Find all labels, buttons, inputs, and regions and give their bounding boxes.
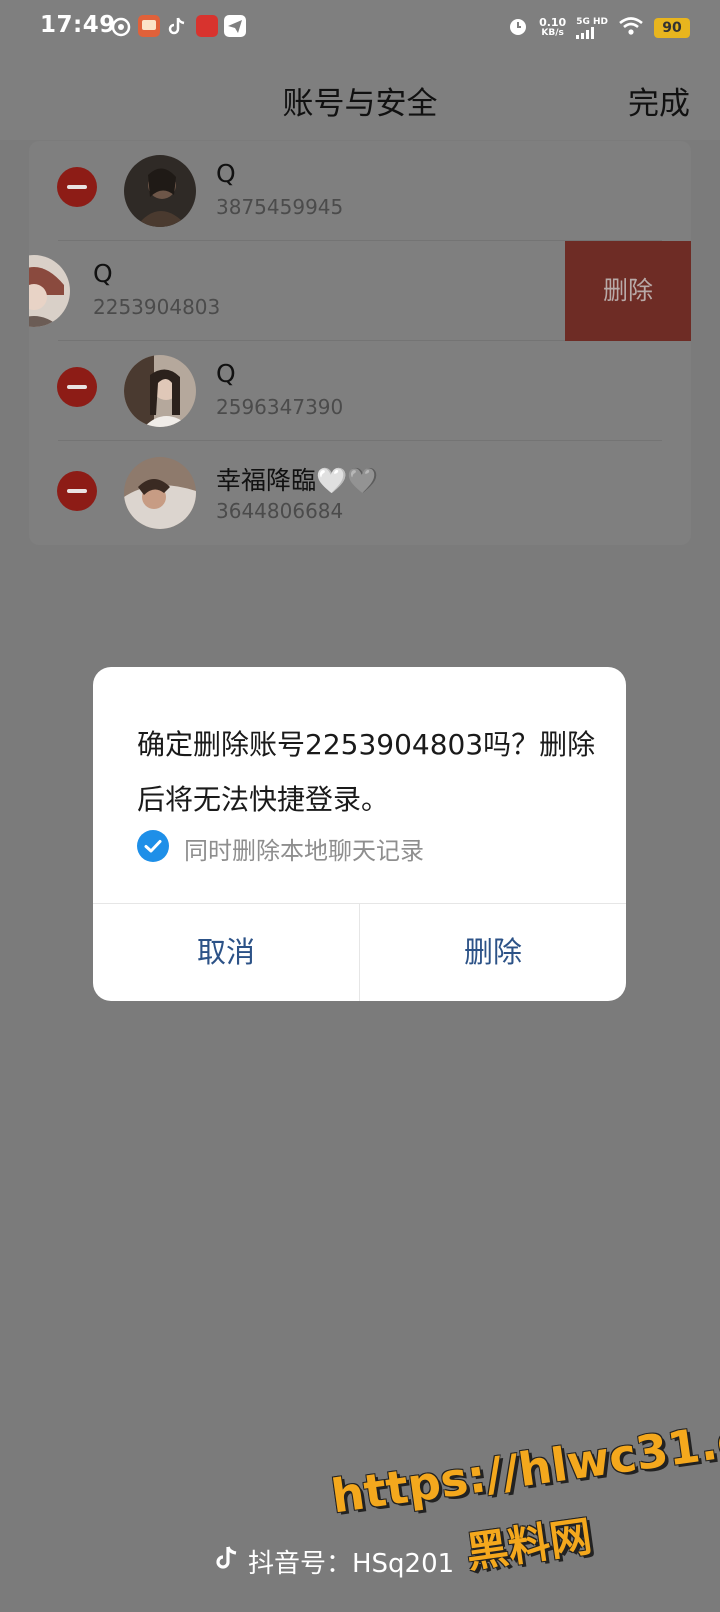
status-indicators: 0.10 KB/s 5G HD 90 — [507, 12, 690, 44]
site-url-watermark: https://hlwc31.com — [328, 1401, 720, 1524]
delete-account-dialog: 确定删除账号2253904803吗？删除后将无法快捷登录。 同时删除本地聊天记录… — [93, 667, 626, 1001]
alarm-icon — [507, 15, 529, 41]
account-id: 2253904803 — [93, 295, 221, 319]
avatar — [124, 457, 196, 529]
signal-bars-icon — [576, 27, 608, 39]
battery-icon: 90 — [654, 18, 690, 38]
remove-account-icon[interactable] — [57, 367, 97, 407]
network-speed: 0.10 KB/s — [539, 17, 566, 39]
dialog-message: 确定删除账号2253904803吗？删除后将无法快捷登录。 — [137, 728, 596, 816]
avatar — [124, 155, 196, 227]
douyin-id: 抖音号：HSq201 — [248, 1549, 455, 1579]
douyin-icon — [166, 15, 188, 37]
avatar — [29, 255, 70, 327]
account-name: Q — [216, 159, 236, 188]
swipe-delete-button[interactable]: 删除 — [565, 241, 691, 341]
confirm-delete-button[interactable]: 删除 — [360, 904, 626, 1001]
checkbox-checked-icon[interactable] — [137, 830, 169, 862]
xiaohongshu-icon — [196, 15, 218, 37]
status-time: 17:49 — [40, 12, 116, 38]
account-name: 幸福降臨🤍🩶 — [216, 466, 379, 495]
account-row[interactable]: Q 2596347390 — [29, 341, 691, 441]
site-name-watermark: 黑料网 — [463, 1511, 595, 1578]
douyin-icon — [214, 1544, 240, 1579]
cancel-button[interactable]: 取消 — [93, 904, 359, 1001]
taobao-icon — [138, 15, 160, 37]
network-type: 5G HD — [576, 17, 608, 27]
account-name: Q — [216, 359, 236, 388]
wifi-icon — [618, 16, 644, 40]
delete-local-chat-label[interactable]: 同时删除本地聊天记录 — [184, 831, 424, 866]
account-row[interactable]: Q 3875459945 — [29, 141, 691, 241]
douyin-watermark: 抖音号：HSq201 — [214, 1543, 454, 1580]
account-id: 2596347390 — [216, 395, 344, 419]
remove-account-icon[interactable] — [57, 471, 97, 511]
account-id: 3875459945 — [216, 195, 344, 219]
network-speed-unit: KB/s — [541, 28, 564, 38]
status-bar: 17:49 0.10 KB/s 5G HD 90 — [0, 0, 720, 56]
avatar — [124, 355, 196, 427]
account-row[interactable]: 幸福降臨🤍🩶 3644806684 — [29, 441, 691, 545]
page-title: 账号与安全 — [282, 86, 438, 122]
netease-music-icon — [110, 15, 132, 37]
account-list: Q 3875459945 Q 2253904803 删除 Q 259634739… — [29, 141, 691, 545]
telegram-icon — [224, 15, 246, 37]
network-speed-value: 0.10 — [539, 16, 567, 29]
done-button[interactable]: 完成 — [628, 78, 690, 123]
remove-account-icon[interactable] — [57, 167, 97, 207]
account-name: Q — [93, 259, 113, 288]
account-id: 3644806684 — [216, 499, 344, 523]
title-bar: 账号与安全 完成 — [0, 56, 720, 140]
cellular-signal: 5G HD — [576, 17, 608, 39]
